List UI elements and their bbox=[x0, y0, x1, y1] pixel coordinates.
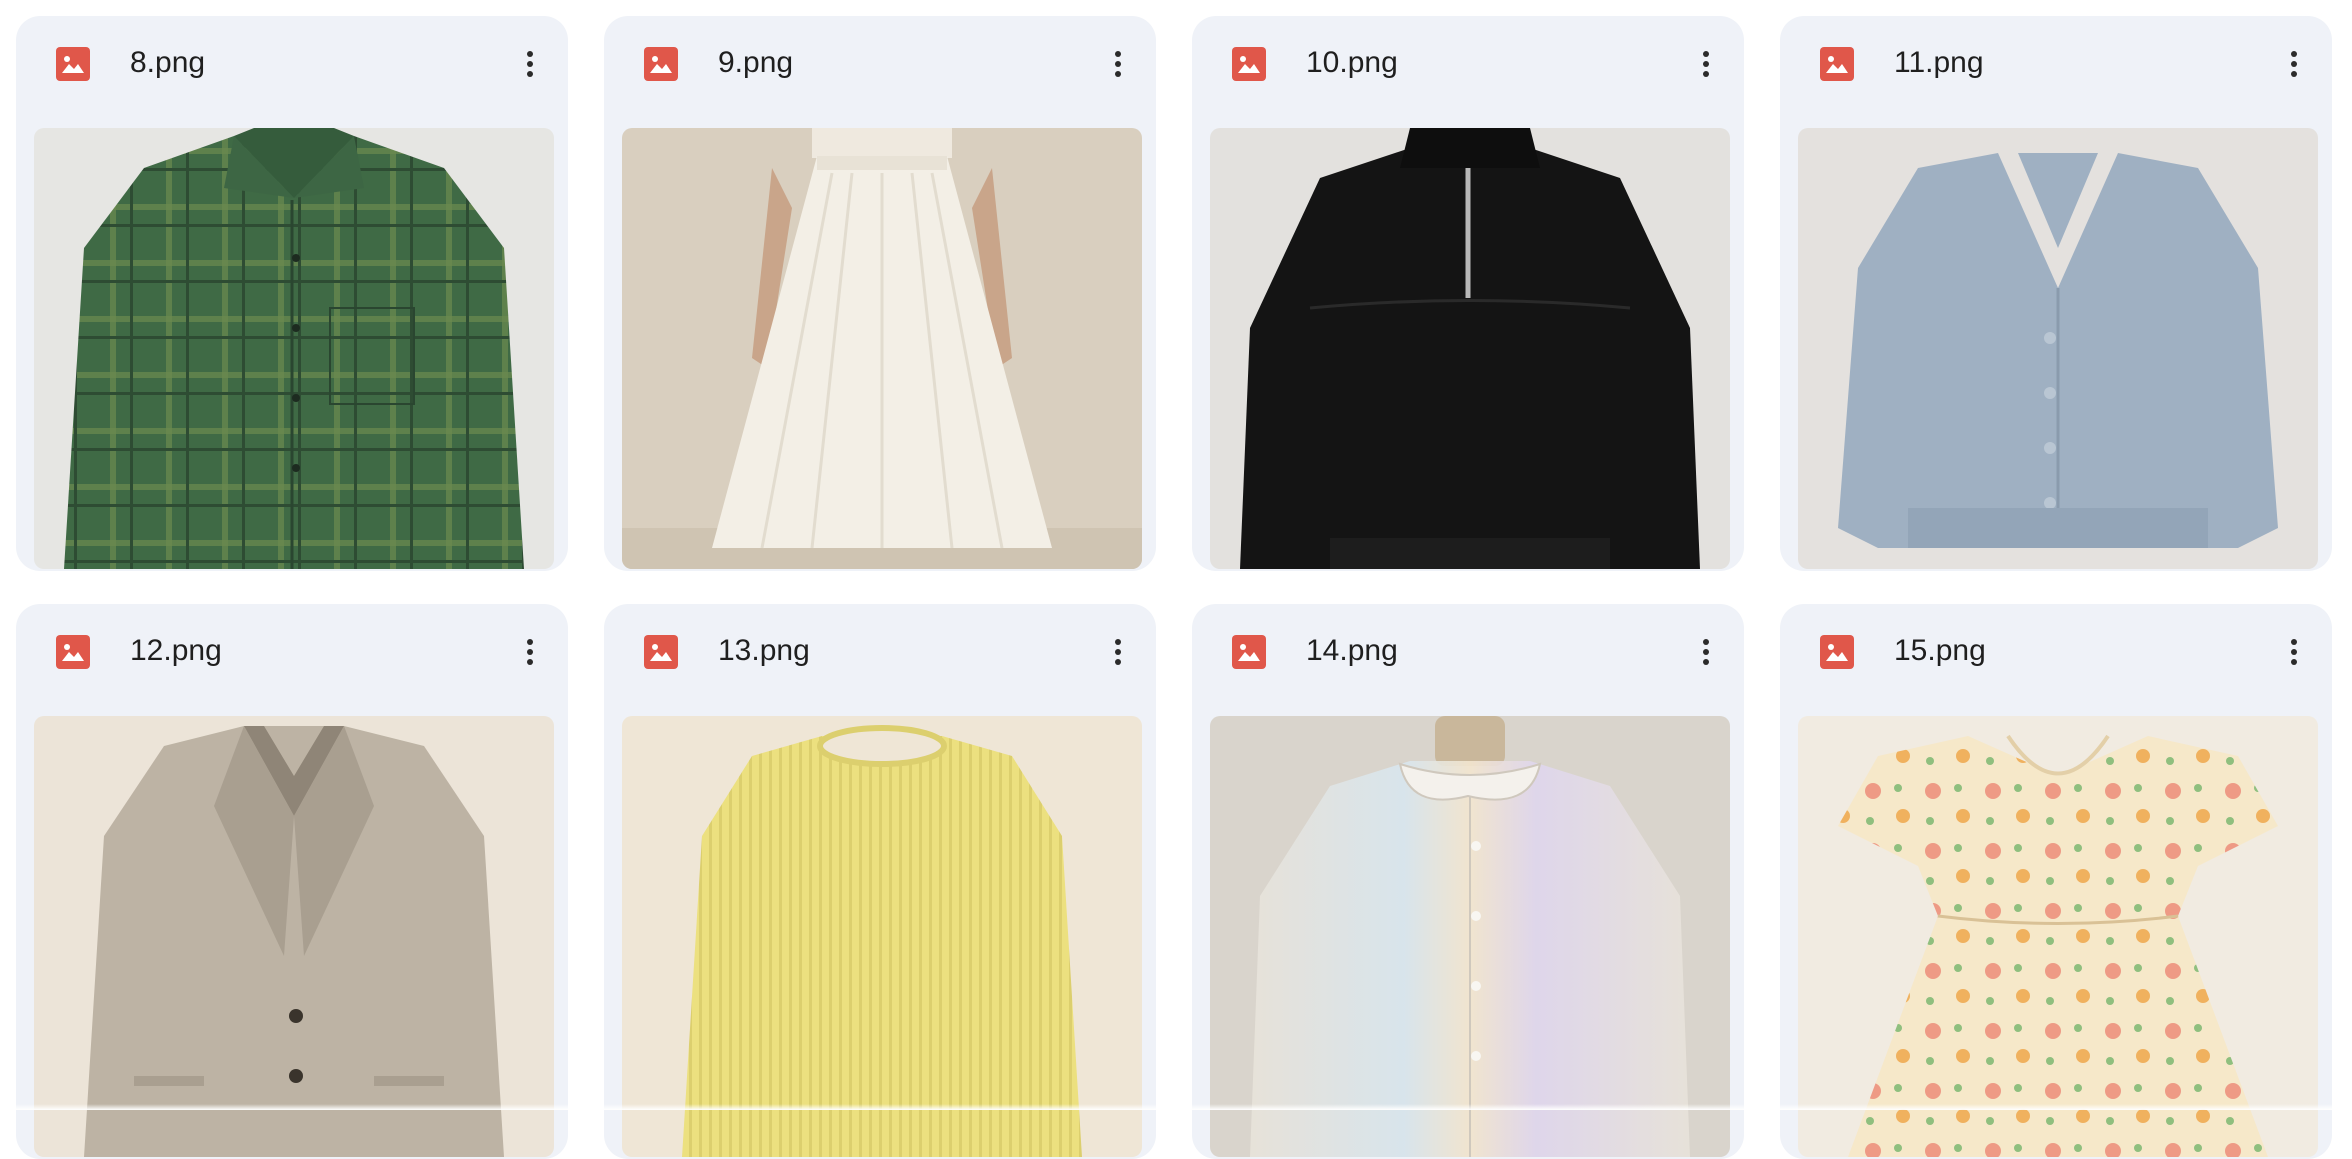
file-name[interactable]: 14.png bbox=[1306, 632, 1398, 670]
file-card[interactable]: 15.png bbox=[1780, 604, 2332, 1159]
file-thumbnail[interactable] bbox=[34, 128, 554, 569]
more-options-button[interactable] bbox=[1682, 628, 1730, 676]
file-name[interactable]: 12.png bbox=[130, 632, 222, 670]
more-vert-icon bbox=[527, 51, 533, 57]
file-card-header: 14.png bbox=[1192, 604, 1744, 700]
file-card-header: 10.png bbox=[1192, 16, 1744, 112]
more-options-button[interactable] bbox=[506, 628, 554, 676]
file-card-header: 11.png bbox=[1780, 16, 2332, 112]
file-name[interactable]: 10.png bbox=[1306, 44, 1398, 82]
image-file-icon bbox=[1820, 47, 1854, 81]
file-thumbnail[interactable] bbox=[1798, 128, 2318, 569]
file-thumbnail[interactable] bbox=[1798, 716, 2318, 1157]
file-card[interactable]: 8.png bbox=[16, 16, 568, 571]
more-vert-icon bbox=[1115, 639, 1121, 645]
file-thumbnail[interactable] bbox=[1210, 128, 1730, 569]
file-card[interactable]: 9.png bbox=[604, 16, 1156, 571]
file-name[interactable]: 13.png bbox=[718, 632, 810, 670]
image-file-icon bbox=[1820, 635, 1854, 669]
more-vert-icon bbox=[1115, 51, 1121, 57]
file-card[interactable]: 14.png bbox=[1192, 604, 1744, 1159]
scroll-fade bbox=[0, 1104, 2352, 1110]
file-name[interactable]: 9.png bbox=[718, 44, 793, 82]
file-card-header: 12.png bbox=[16, 604, 568, 700]
more-options-button[interactable] bbox=[1094, 628, 1142, 676]
more-vert-icon bbox=[1703, 639, 1709, 645]
file-name[interactable]: 11.png bbox=[1894, 44, 1984, 82]
more-vert-icon bbox=[2291, 639, 2297, 645]
more-options-button[interactable] bbox=[1094, 40, 1142, 88]
file-card-header: 8.png bbox=[16, 16, 568, 112]
more-options-button[interactable] bbox=[1682, 40, 1730, 88]
file-thumbnail[interactable] bbox=[34, 716, 554, 1157]
more-options-button[interactable] bbox=[2270, 628, 2318, 676]
file-card-header: 15.png bbox=[1780, 604, 2332, 700]
file-card[interactable]: 12.png bbox=[16, 604, 568, 1159]
file-card[interactable]: 11.png bbox=[1780, 16, 2332, 571]
image-file-icon bbox=[56, 47, 90, 81]
image-file-icon bbox=[56, 635, 90, 669]
file-thumbnail[interactable] bbox=[622, 128, 1142, 569]
more-vert-icon bbox=[2291, 51, 2297, 57]
image-file-icon bbox=[1232, 635, 1266, 669]
more-vert-icon bbox=[1703, 51, 1709, 57]
file-name[interactable]: 15.png bbox=[1894, 632, 1986, 670]
more-vert-icon bbox=[527, 639, 533, 645]
file-card-header: 13.png bbox=[604, 604, 1156, 700]
image-file-icon bbox=[1232, 47, 1266, 81]
more-options-button[interactable] bbox=[2270, 40, 2318, 88]
file-card[interactable]: 10.png bbox=[1192, 16, 1744, 571]
file-thumbnail[interactable] bbox=[1210, 716, 1730, 1157]
file-name[interactable]: 8.png bbox=[130, 44, 205, 82]
image-file-icon bbox=[644, 47, 678, 81]
more-options-button[interactable] bbox=[506, 40, 554, 88]
image-file-icon bbox=[644, 635, 678, 669]
file-card-header: 9.png bbox=[604, 16, 1156, 112]
file-thumbnail[interactable] bbox=[622, 716, 1142, 1157]
file-card[interactable]: 13.png bbox=[604, 604, 1156, 1159]
